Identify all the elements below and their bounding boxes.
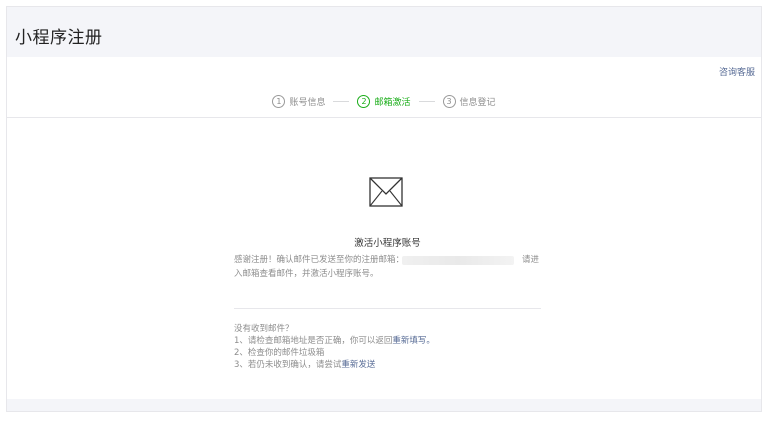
resend-link[interactable]: 重新发送: [341, 360, 375, 370]
step-divider: [418, 101, 435, 102]
step-number: 1: [272, 95, 286, 108]
step-info-registration: 3 信息登记: [442, 95, 496, 108]
description-prefix: 感谢注册！确认邮件已发送至你的注册邮箱：: [234, 255, 405, 265]
support-link[interactable]: 咨询客服: [719, 65, 755, 78]
refill-link[interactable]: 重新填写。: [392, 336, 435, 346]
description-line-2: 入邮箱查看邮件，并激活小程序账号。: [234, 269, 379, 279]
step-number: 2: [357, 95, 371, 108]
help-item-1: 1、请检查邮箱地址是否正确，你可以返回重新填写。: [234, 335, 541, 347]
help-section: 没有收到邮件？ 1、请检查邮箱地址是否正确，你可以返回重新填写。 2、检查你的邮…: [234, 323, 541, 371]
help-item-text: 3、若仍未收到确认，请尝试: [234, 360, 342, 370]
step-account-info: 1 账号信息: [272, 95, 325, 108]
step-label: 邮箱激活: [374, 98, 411, 108]
registration-window: 小程序注册 咨询客服 1 账号信息 2 邮箱激活 3 信息登记 激活小程序账号: [6, 6, 762, 412]
page-title: 小程序注册: [15, 28, 103, 48]
description-suffix: 请进: [522, 255, 540, 265]
help-heading: 没有收到邮件？: [234, 324, 294, 334]
help-item-text: 1、请检查邮箱地址是否正确，你可以返回: [234, 336, 393, 346]
help-item-3: 3、若仍未收到确认，请尝试重新发送: [234, 359, 541, 371]
activation-description: 感谢注册！确认邮件已发送至你的注册邮箱： 请进 入邮箱查看邮件，并激活小程序账号…: [234, 253, 541, 281]
step-divider: [333, 101, 350, 102]
activation-title: 激活小程序账号: [354, 238, 421, 249]
envelope-icon: [369, 177, 403, 207]
step-email-activation: 2 邮箱激活: [357, 95, 411, 108]
step-indicator: 1 账号信息 2 邮箱激活 3 信息登记: [7, 95, 761, 108]
steps-separator: [7, 117, 761, 118]
step-label: 信息登记: [459, 98, 496, 108]
step-label: 账号信息: [289, 98, 326, 108]
section-divider: [234, 308, 541, 309]
help-item-2: 2、检查你的邮件垃圾箱: [234, 348, 325, 358]
step-number: 3: [442, 95, 456, 108]
masked-email: [402, 256, 514, 265]
